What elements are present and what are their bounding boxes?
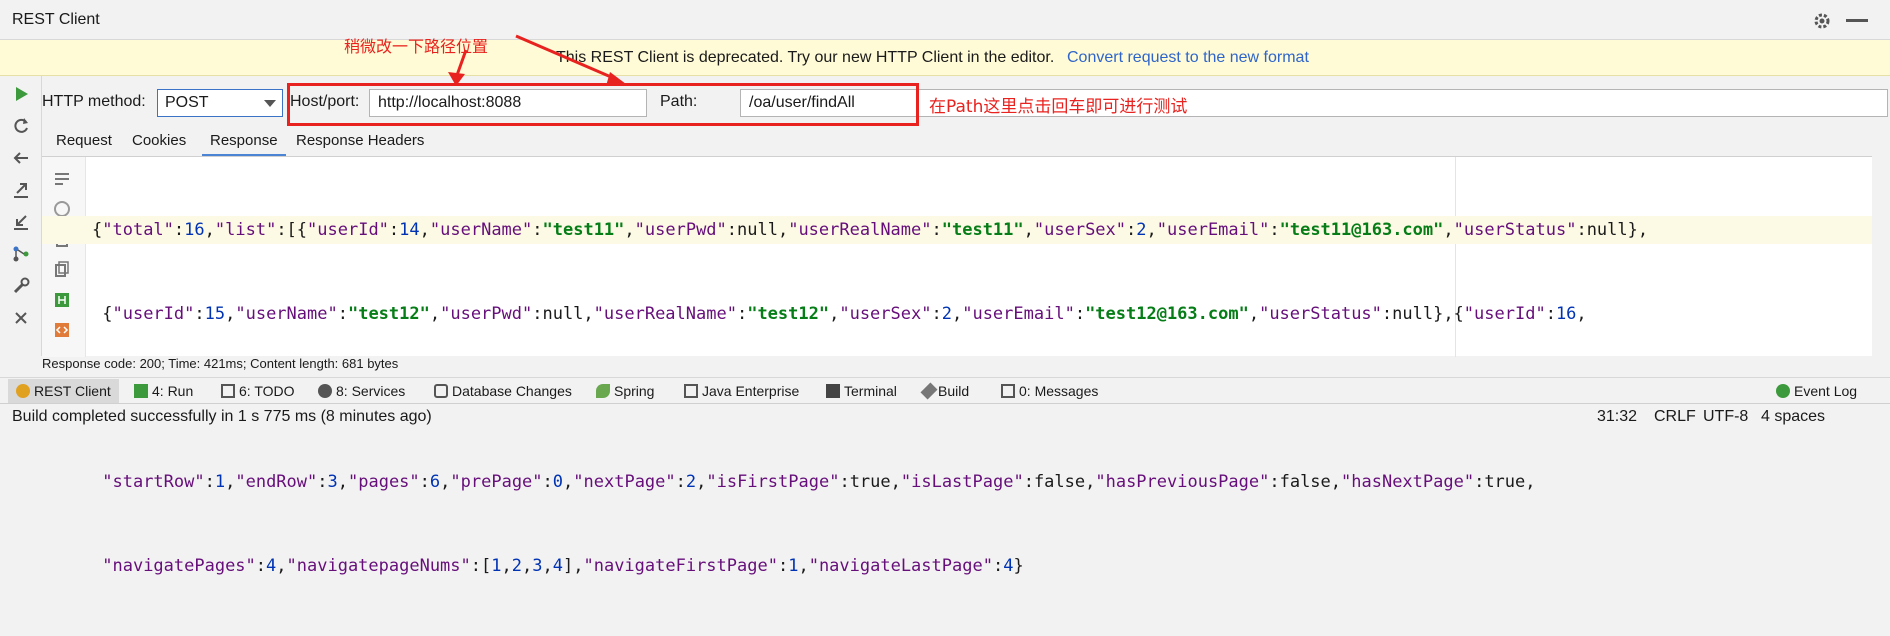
event-log-icon (1776, 384, 1790, 398)
todo-icon (221, 384, 235, 398)
http-method-label: HTTP method: (42, 93, 146, 110)
window-title: REST Client (12, 11, 100, 28)
line-separator[interactable]: CRLF (1654, 408, 1696, 426)
code-line: {"userId":15,"userName":"test12","userPw… (92, 304, 1587, 324)
tool-tab-spring[interactable]: Spring (596, 383, 654, 399)
tool-tab-build[interactable]: Build (920, 382, 970, 400)
code-line: "startRow":1,"endRow":3,"pages":6,"prePa… (102, 472, 1536, 492)
import-icon[interactable] (11, 212, 31, 232)
copy-icon[interactable] (52, 259, 72, 279)
left-toolbar (0, 76, 42, 356)
caret-position[interactable]: 31:32 (1597, 408, 1637, 426)
tool-tab-label: Event Log (1794, 383, 1858, 399)
structure-icon[interactable] (11, 244, 31, 264)
tool-tab-label: 8: Services (336, 383, 406, 399)
tool-tab-run[interactable]: 4: Run (134, 383, 193, 399)
response-status: Response code: 200; Time: 421ms; Content… (42, 356, 399, 371)
tool-window-bar: REST Client 4: Run 6: TODO 8: Services D… (0, 377, 1890, 403)
refresh-icon[interactable] (11, 116, 31, 136)
response-tabs: Request Cookies Response Response Header… (42, 126, 1890, 156)
tool-tab-label: Java Enterprise (702, 383, 800, 399)
status-bar: Build completed successfully in 1 s 775 … (0, 403, 1890, 428)
chevron-down-icon (264, 100, 276, 107)
database-icon (434, 384, 448, 398)
file-encoding[interactable]: UTF-8 (1703, 408, 1748, 426)
tab-response[interactable]: Response (210, 132, 278, 149)
tool-tab-label: Database Changes (452, 383, 572, 399)
deprecation-banner: This REST Client is deprecated. Try our … (0, 40, 1890, 76)
build-status-message[interactable]: Build completed successfully in 1 s 775 … (12, 408, 432, 426)
convert-request-link[interactable]: Convert request to the new format (1067, 49, 1309, 67)
tool-tab-services[interactable]: 8: Services (318, 383, 405, 399)
banner-message: This REST Client is deprecated. Try our … (556, 49, 1055, 66)
rest-client-icon (16, 384, 30, 398)
tool-tab-label: Terminal (844, 383, 897, 399)
tool-tab-messages[interactable]: 0: Messages (1001, 383, 1098, 399)
run-icon (134, 384, 148, 398)
annotation-top-text: 稍微改一下路径位置 (344, 37, 489, 56)
code-file-icon[interactable] (52, 319, 72, 339)
close-icon[interactable] (11, 308, 31, 328)
tool-tab-todo[interactable]: 6: TODO (221, 383, 295, 399)
tool-tab-terminal[interactable]: Terminal (826, 383, 897, 399)
back-arrow-icon[interactable] (11, 148, 31, 168)
tool-tab-label: Build (938, 383, 970, 399)
annotation-right-text: 在Path这里点击回车即可进行测试 (929, 97, 1188, 117)
export-icon[interactable] (11, 180, 31, 200)
tool-tab-label: 0: Messages (1019, 383, 1099, 399)
tab-response-headers[interactable]: Response Headers (296, 132, 424, 149)
run-request-icon[interactable] (11, 84, 31, 104)
http-method-value: POST (165, 94, 209, 111)
gear-icon[interactable] (1812, 11, 1832, 31)
tab-request[interactable]: Request (56, 132, 112, 149)
annotation-highlight-box (287, 83, 919, 126)
code-line: {"total":16,"list":[{"userId":14,"userNa… (42, 216, 1872, 244)
indent-setting[interactable]: 4 spaces (1761, 408, 1825, 426)
tool-tab-java-enterprise[interactable]: Java Enterprise (684, 383, 799, 399)
tool-tab-label: REST Client (34, 383, 111, 399)
editor-gutter (42, 157, 86, 357)
spring-icon (596, 384, 610, 398)
tool-tab-label: 4: Run (152, 383, 194, 399)
tab-cookies[interactable]: Cookies (132, 132, 186, 149)
title-bar: REST Client (0, 0, 1890, 40)
build-icon (920, 382, 938, 400)
tool-tab-rest-client[interactable]: REST Client (8, 379, 119, 403)
terminal-icon (826, 384, 840, 398)
wrench-icon[interactable] (11, 276, 31, 296)
services-icon (318, 384, 332, 398)
h-file-icon[interactable] (52, 289, 72, 309)
soft-wrap-icon[interactable] (52, 169, 72, 189)
java-enterprise-icon (684, 384, 698, 398)
code-line: "navigatePages":4,"navigatepageNums":[1,… (102, 556, 1024, 576)
minimize-icon[interactable] (1846, 19, 1868, 22)
tool-tab-label: Spring (614, 383, 655, 399)
messages-icon (1001, 384, 1015, 398)
tool-tab-label: 6: TODO (239, 383, 295, 399)
response-editor[interactable]: {"total":16,"list":[{"userId":14,"userNa… (42, 156, 1872, 576)
tool-tab-event-log[interactable]: Event Log (1776, 383, 1857, 399)
tool-tab-database-changes[interactable]: Database Changes (434, 383, 572, 399)
http-method-select[interactable]: POST (157, 89, 283, 117)
